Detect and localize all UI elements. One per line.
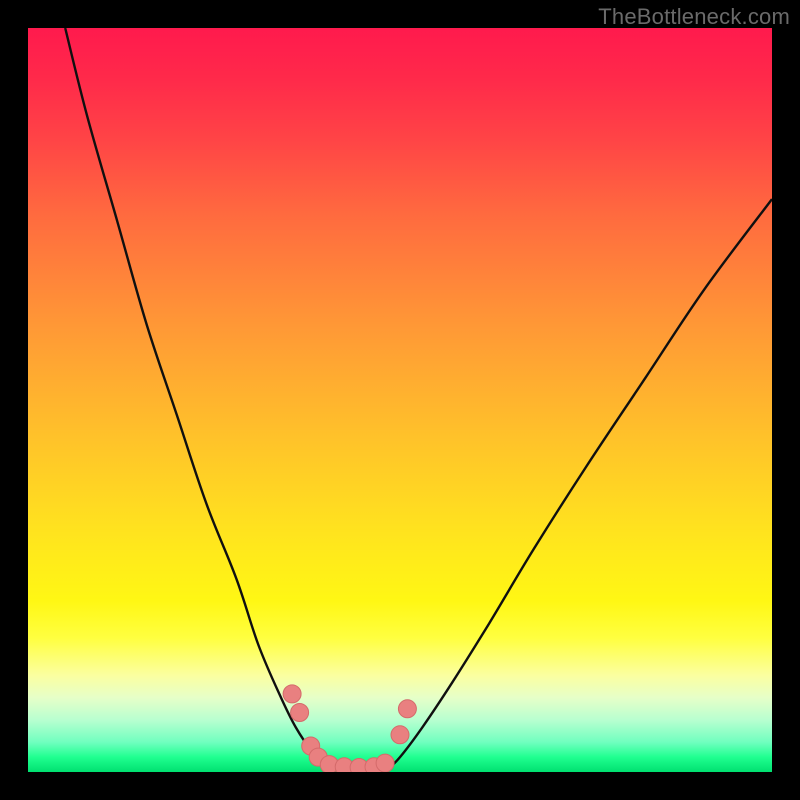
plot-area [28,28,772,772]
chart-svg [28,28,772,772]
curve-layer [65,28,772,772]
marker-layer [283,685,416,772]
outer-frame: TheBottleneck.com [0,0,800,800]
data-marker [391,726,409,744]
data-marker [398,700,416,718]
watermark-text: TheBottleneck.com [598,4,790,30]
right-curve [385,199,772,772]
data-marker [376,754,394,772]
left-curve [65,28,333,772]
data-marker [291,704,309,722]
data-marker [283,685,301,703]
